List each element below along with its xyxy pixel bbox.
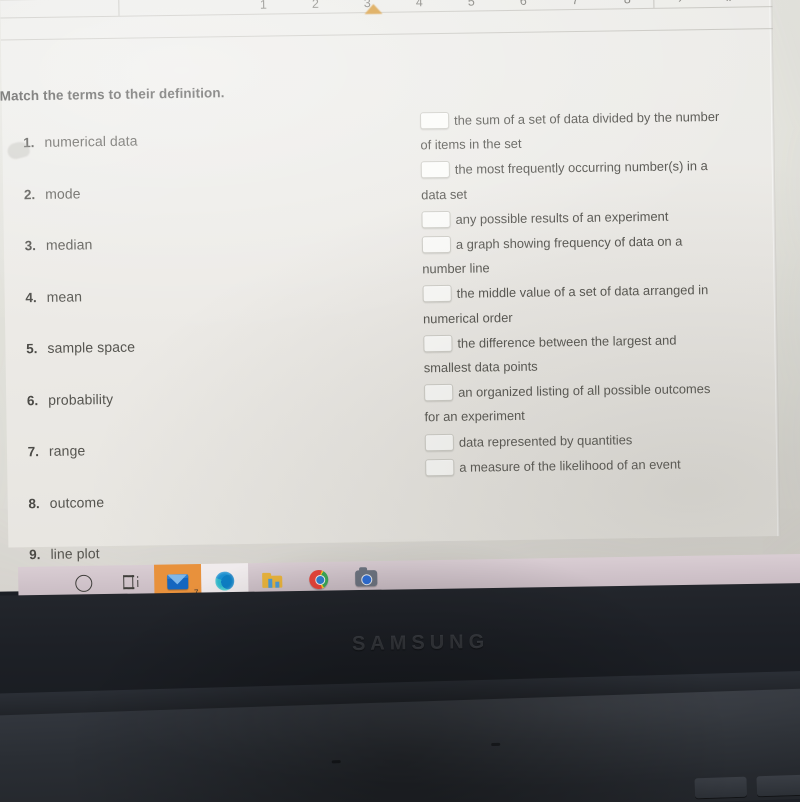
term-number: 3. [24, 238, 37, 254]
term-label: mean [46, 287, 83, 305]
answer-input-8[interactable] [424, 433, 455, 451]
term-number: 4. [25, 289, 37, 305]
term-item-2: 2. mode [3, 182, 264, 237]
mail-icon [167, 573, 189, 590]
page-title: Match the terms to their definition. [0, 85, 225, 104]
current-page-marker-icon [364, 3, 383, 15]
cortana-icon [75, 574, 93, 592]
definition-item-1: the sum of a set of data divided by the … [419, 105, 721, 158]
term-number: 5. [26, 341, 38, 357]
term-number: 6. [26, 392, 39, 408]
content-top-rule [0, 28, 773, 41]
term-item-1: 1. numerical data [2, 131, 263, 186]
camera-icon [354, 567, 377, 587]
device-brand-label: SAMSUNG [351, 630, 490, 656]
definition-item-2: the most frequently occurring number(s) … [420, 154, 722, 207]
term-number: 9. [29, 547, 41, 563]
term-item-8: 8. outcome [8, 491, 269, 546]
definition-item-3: any possible results of an experiment [421, 204, 721, 233]
definition-item-5: the middle value of a set of data arrang… [422, 278, 724, 331]
term-label: median [45, 236, 93, 253]
answer-input-1[interactable] [419, 111, 450, 130]
worksheet-page: 1 2 3 4 5 6 7 8 › » Match the terms to t… [0, 0, 781, 562]
definition-text: the sum of a set of data divided by the … [420, 108, 720, 153]
answer-input-3[interactable] [421, 210, 451, 229]
definition-item-7: an organized listing of all possible out… [424, 377, 725, 430]
deck-marking [491, 742, 501, 747]
last-page-button[interactable]: » [706, 0, 752, 7]
answer-input-6[interactable] [423, 334, 453, 353]
term-label: sample space [47, 338, 136, 356]
term-item-5: 5. sample space [5, 337, 266, 392]
definition-text: a graph showing frequency of data on a n… [422, 233, 683, 277]
term-item-7: 7. range [7, 440, 268, 495]
pagination[interactable]: 1 2 3 4 5 6 7 8 › » [30, 0, 800, 17]
deck-marking [331, 760, 341, 764]
page-button-4[interactable]: 4 [393, 0, 445, 12]
page-button-6[interactable]: 6 [497, 0, 549, 10]
chrome-icon [309, 569, 329, 589]
definition-item-6: the difference between the largest and s… [423, 328, 724, 381]
photographed-laptop-screenshot: 1 2 3 4 5 6 7 8 › » Match the terms to t… [0, 0, 800, 802]
definition-item-9: a measure of the likelihood of an event [425, 452, 725, 481]
keyboard-key [694, 776, 748, 799]
page-button-7[interactable]: 7 [549, 0, 601, 9]
term-number: 2. [23, 186, 36, 202]
definition-item-4: a graph showing frequency of data on a n… [421, 229, 723, 282]
next-page-button[interactable]: › [654, 0, 706, 8]
definition-text: the difference between the largest and s… [423, 332, 677, 376]
task-view-icon [122, 575, 139, 590]
definition-text: an organized listing of all possible out… [424, 381, 711, 425]
page-right-edge [769, 0, 781, 537]
definition-text: any possible results of an experiment [455, 208, 669, 227]
page-button-1[interactable]: 1 [237, 0, 289, 14]
term-label: range [48, 442, 86, 459]
definition-text: a measure of the likelihood of an event [459, 456, 681, 475]
term-label: probability [48, 390, 114, 408]
answer-input-4[interactable] [421, 235, 452, 254]
terms-list: 1. numerical data 2. mode 3. median 4. m… [2, 131, 269, 598]
answer-input-9[interactable] [425, 458, 455, 477]
pagination-divider [118, 0, 120, 16]
definition-text: the most frequently occurring number(s) … [421, 158, 708, 202]
term-number: 8. [28, 495, 40, 511]
term-label: mode [45, 184, 81, 202]
term-item-3: 3. median [4, 234, 265, 289]
edge-icon [215, 570, 235, 591]
answer-input-2[interactable] [420, 161, 450, 179]
answer-input-5[interactable] [422, 285, 452, 303]
page-button-2[interactable]: 2 [289, 0, 341, 13]
term-label: outcome [49, 493, 105, 511]
definition-text: data represented by quantities [458, 431, 633, 450]
term-label: line plot [50, 545, 100, 562]
term-label: numerical data [44, 132, 138, 150]
page-button-5[interactable]: 5 [445, 0, 497, 11]
definition-item-8: data represented by quantities [424, 426, 725, 455]
answer-input-7[interactable] [424, 384, 454, 402]
term-number: 7. [27, 444, 40, 460]
definitions-list: the sum of a set of data divided by the … [419, 105, 725, 481]
definition-text: the middle value of a set of data arrang… [422, 282, 709, 326]
keyboard-key [756, 774, 800, 797]
laptop-screen: 1 2 3 4 5 6 7 8 › » Match the terms to t… [0, 0, 800, 592]
file-explorer-icon [261, 572, 282, 588]
term-item-4: 4. mean [5, 285, 266, 340]
page-button-8[interactable]: 8 [601, 0, 653, 9]
term-item-6: 6. probability [6, 388, 267, 443]
